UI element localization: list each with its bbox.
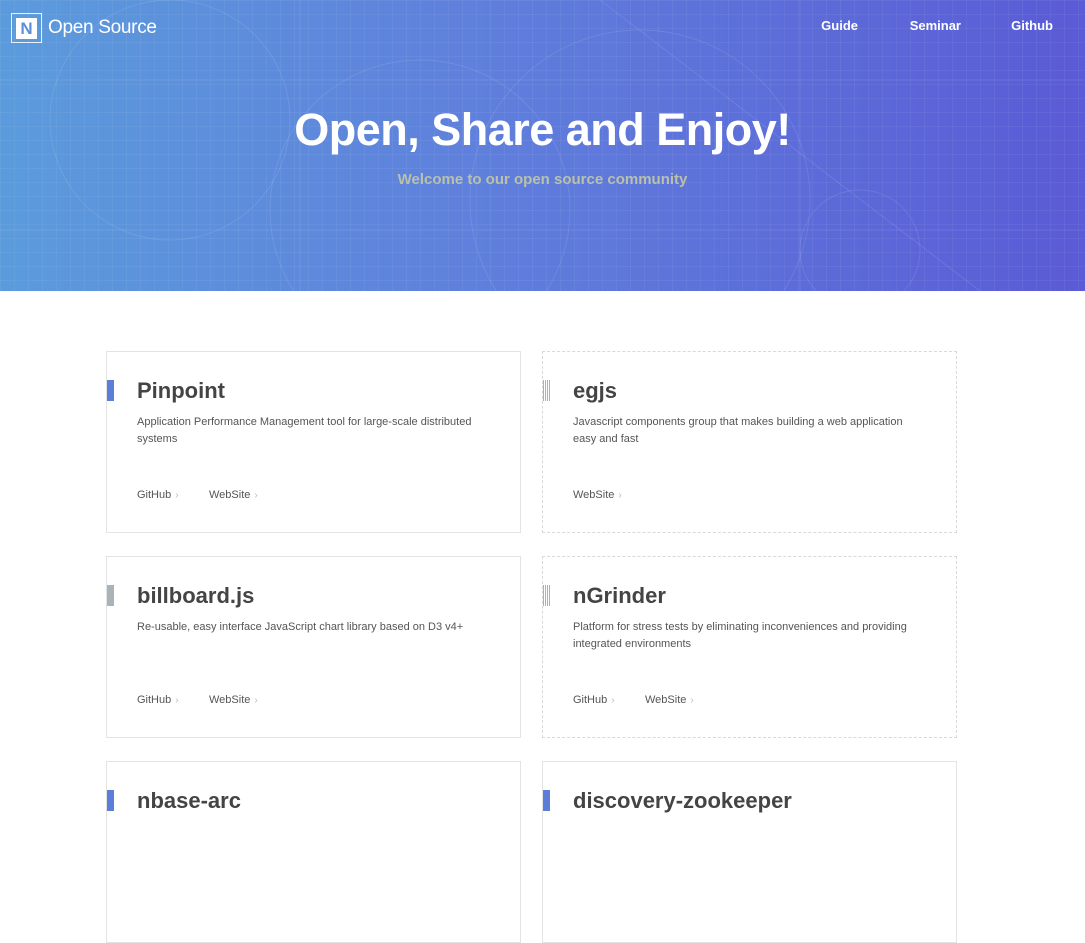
chevron-right-icon: › xyxy=(611,695,615,706)
project-description: Javascript components group that makes b… xyxy=(573,416,903,445)
logo-letter: N xyxy=(16,17,37,39)
naver-logo-icon: N xyxy=(11,13,42,43)
hero-subtitle: Welcome to our open source community xyxy=(397,171,688,188)
github-link[interactable]: GitHub › xyxy=(137,694,179,706)
website-link[interactable]: WebSite › xyxy=(209,489,258,501)
project-title: nbase-arc xyxy=(137,788,241,813)
card-accent-bar xyxy=(107,790,114,811)
project-title: discovery-zookeeper xyxy=(573,788,792,813)
project-card-billboard-js: billboard.js Re-usable, easy interface J… xyxy=(106,556,521,738)
project-description: Platform for stress tests by eliminating… xyxy=(573,621,907,650)
nav-seminar-link[interactable]: Seminar xyxy=(910,18,961,33)
chevron-right-icon: › xyxy=(175,490,179,501)
project-card-pinpoint: Pinpoint Application Performance Managem… xyxy=(106,351,521,533)
chevron-right-icon: › xyxy=(254,490,258,501)
nav-guide-link[interactable]: Guide xyxy=(821,18,858,33)
site-logo[interactable]: N Open Source xyxy=(11,13,157,43)
project-card-egjs: egjs Javascript components group that ma… xyxy=(542,351,957,533)
card-accent-bar xyxy=(107,380,114,401)
website-link[interactable]: WebSite › xyxy=(573,489,622,501)
logo-text: Open Source xyxy=(48,17,157,38)
project-card-nbase-arc: nbase-arc xyxy=(106,761,521,943)
project-card-discovery-zookeeper: discovery-zookeeper xyxy=(542,761,957,943)
chevron-right-icon: › xyxy=(175,695,179,706)
hero-title: Open, Share and Enjoy! xyxy=(294,104,791,155)
chevron-right-icon: › xyxy=(618,490,622,501)
chevron-right-icon: › xyxy=(690,695,694,706)
project-title: nGrinder xyxy=(573,583,666,608)
project-description: Re-usable, easy interface JavaScript cha… xyxy=(137,621,464,633)
website-link[interactable]: WebSite › xyxy=(209,694,258,706)
project-title: egjs xyxy=(573,378,618,403)
card-accent-bar xyxy=(107,585,114,606)
hero-banner: N Open Source Guide Seminar Github Open,… xyxy=(0,0,1085,291)
card-accent-bar xyxy=(543,585,550,606)
card-accent-bar xyxy=(543,380,550,401)
nav-github-link[interactable]: Github xyxy=(1011,18,1053,33)
card-accent-bar xyxy=(543,790,550,811)
website-link[interactable]: WebSite › xyxy=(645,694,694,706)
github-link[interactable]: GitHub › xyxy=(573,694,615,706)
chevron-right-icon: › xyxy=(254,695,258,706)
project-title: billboard.js xyxy=(137,583,255,608)
project-title: Pinpoint xyxy=(137,378,225,403)
project-card-ngrinder: nGrinder Platform for stress tests by el… xyxy=(542,556,957,738)
project-description: Application Performance Management tool … xyxy=(137,416,472,445)
github-link[interactable]: GitHub › xyxy=(137,489,179,501)
